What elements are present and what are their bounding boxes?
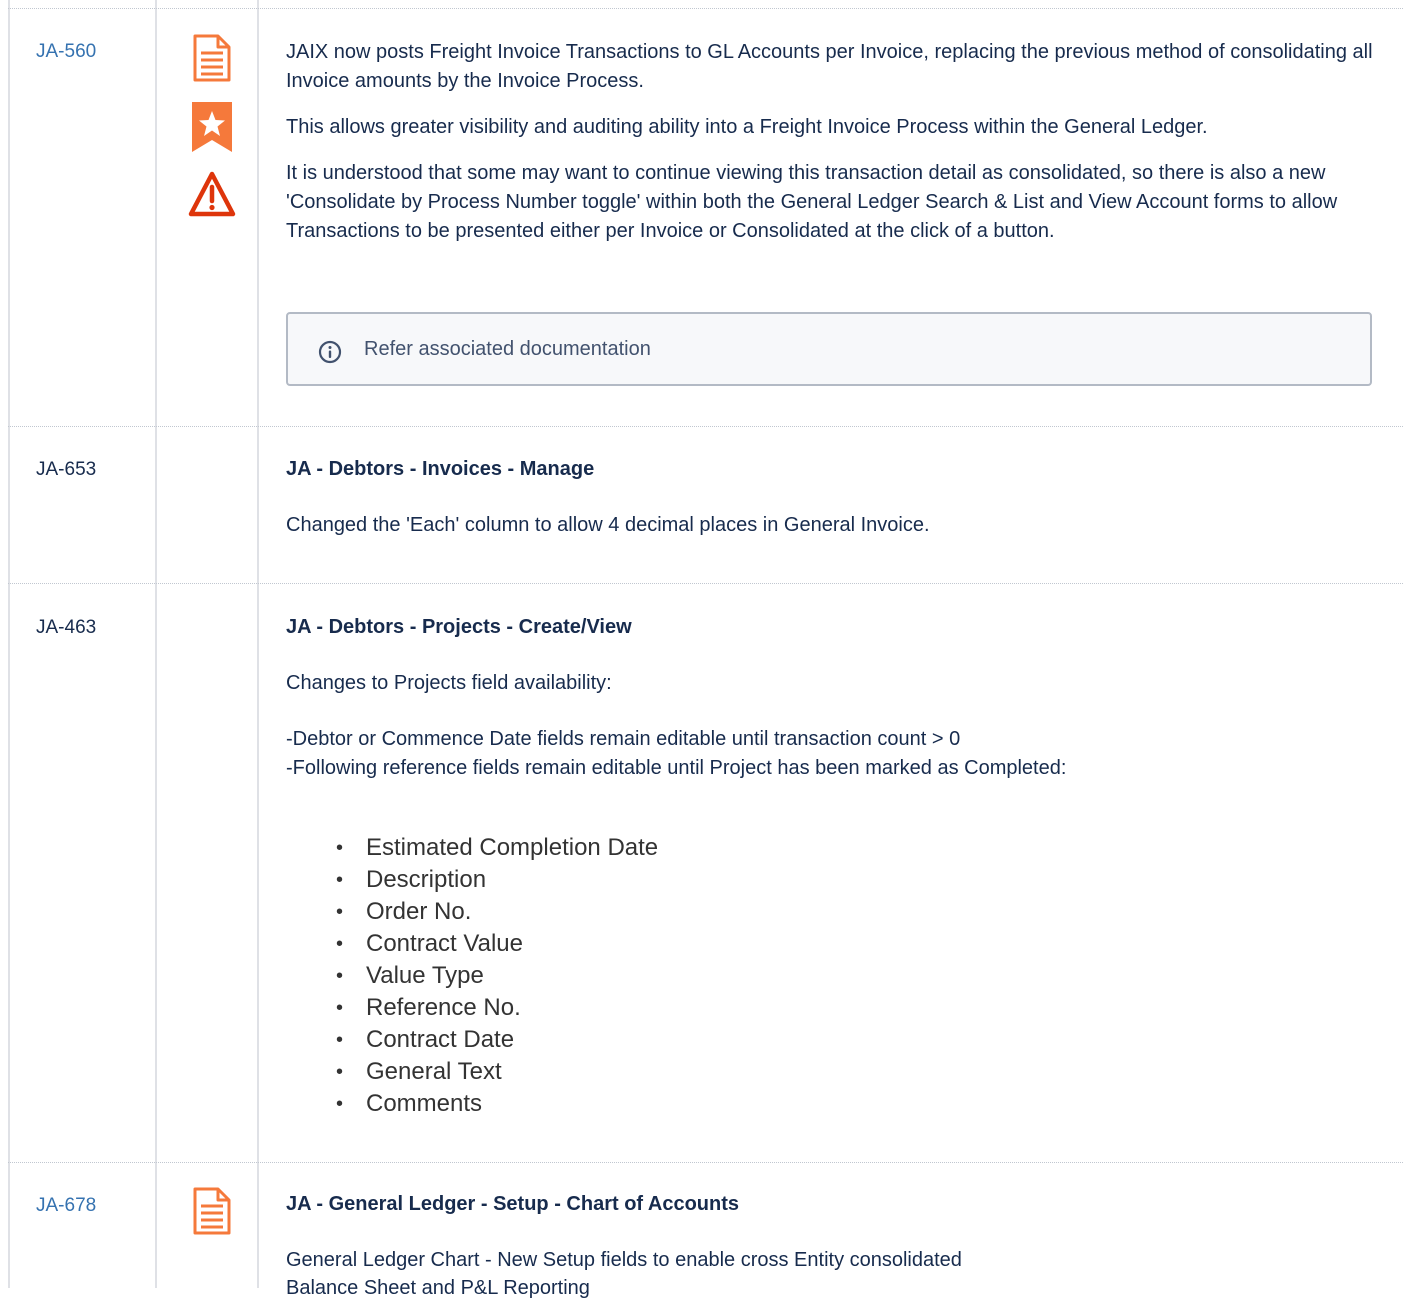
list-item: Reference No. — [326, 992, 658, 1024]
row-ja-653-description: JA - Debtors - Invoices - Manage Changed… — [286, 455, 1376, 540]
release-notes-table: JA-560 JAIX now posts Freight Invoice Tr… — [0, 0, 1403, 1299]
row-divider-1 — [8, 426, 1403, 427]
warning-icon — [188, 171, 236, 217]
editable-fields-list: Estimated Completion Date Description Or… — [326, 832, 658, 1120]
list-item: Contract Date — [326, 1024, 658, 1056]
info-icon — [318, 340, 342, 364]
list-item: Comments — [326, 1088, 658, 1120]
list-item: Order No. — [326, 896, 658, 928]
row-divider-2 — [8, 583, 1403, 584]
info-panel-text: Refer associated documentation — [364, 338, 651, 360]
issue-link-ja-560[interactable]: JA-560 — [36, 40, 96, 64]
paragraph: -Debtor or Commence Date fields remain e… — [286, 728, 961, 750]
info-panel: Refer associated documentation — [286, 312, 1372, 386]
paragraph: It is understood that some may want to c… — [286, 162, 1338, 242]
list-item: Estimated Completion Date — [326, 832, 658, 864]
issue-id-ja-463: JA-463 — [36, 617, 97, 638]
star-bookmark-icon — [192, 102, 232, 152]
row-ja-678-description: JA - General Ledger - Setup - Chart of A… — [286, 1190, 1376, 1302]
section-heading: JA - Debtors - Projects - Create/View — [286, 616, 632, 638]
table-border-left — [8, 0, 10, 1288]
row-ja-463-description: JA - Debtors - Projects - Create/View Ch… — [286, 613, 1376, 783]
paragraph: Balance Sheet and P&L Reporting — [286, 1277, 590, 1299]
list-item: Description — [326, 864, 658, 896]
section-heading: JA - Debtors - Invoices - Manage — [286, 458, 595, 480]
row-divider-top — [8, 8, 1403, 9]
list-item: Value Type — [326, 960, 658, 992]
column-divider-1 — [155, 0, 157, 1288]
document-icon — [193, 1187, 231, 1235]
column-divider-2 — [257, 0, 259, 1288]
paragraph: General Ledger Chart - New Setup fields … — [286, 1249, 962, 1271]
row-ja-560-description: JAIX now posts Freight Invoice Transacti… — [286, 38, 1376, 246]
row-divider-3 — [8, 1162, 1403, 1163]
paragraph: This allows greater visibility and audit… — [286, 116, 1208, 138]
paragraph: Changes to Projects field availability: — [286, 672, 612, 694]
issue-link-ja-678[interactable]: JA-678 — [36, 1194, 96, 1218]
list-item: General Text — [326, 1056, 658, 1088]
paragraph: JAIX now posts Freight Invoice Transacti… — [286, 41, 1373, 92]
document-icon — [193, 34, 231, 82]
issue-id-ja-653: JA-653 — [36, 459, 97, 480]
list-item: Contract Value — [326, 928, 658, 960]
paragraph: -Following reference fields remain edita… — [286, 757, 1067, 779]
paragraph: Changed the 'Each' column to allow 4 dec… — [286, 514, 930, 536]
section-heading: JA - General Ledger - Setup - Chart of A… — [286, 1193, 740, 1215]
